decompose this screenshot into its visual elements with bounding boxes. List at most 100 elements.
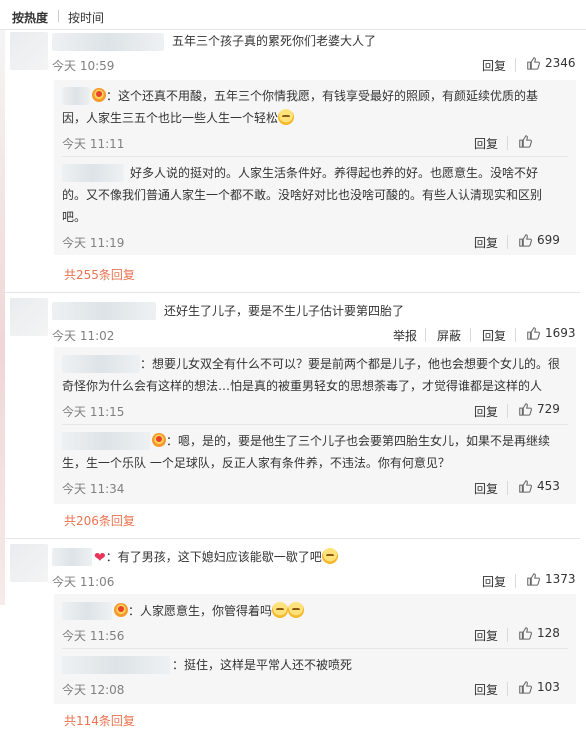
like-button[interactable]: 699 bbox=[518, 233, 560, 247]
reply-button[interactable]: 回复 bbox=[474, 135, 498, 152]
username[interactable] bbox=[52, 548, 92, 566]
reply-text-line: ：嗯，是的，要是他生了三个儿子也会要第四胎生女儿，如果不是再继续 bbox=[152, 430, 550, 452]
tab-time[interactable]: 按时间 bbox=[68, 9, 104, 26]
comment-text: 五年三个孩子真的累死你们老婆大人了 bbox=[172, 34, 377, 48]
comment-divider bbox=[5, 292, 580, 293]
reply-time: 今天 11:11 bbox=[62, 137, 125, 151]
reply-time: 今天 11:34 bbox=[62, 482, 125, 496]
reply-text-line: ：这个还真不用酸，五年三个你情我愿，有钱享受最好的照顾，有颜延续优质的基 bbox=[92, 85, 538, 107]
avatar[interactable] bbox=[10, 32, 48, 70]
reply-username[interactable] bbox=[62, 164, 124, 182]
left-edge-decoration bbox=[0, 30, 5, 605]
reply-text-line: ：想要儿女双全有什么不可以？要是前两个都是儿子，他也会想要个女儿的。很 bbox=[140, 357, 561, 371]
thumbs-up-icon bbox=[527, 573, 540, 586]
reply-button[interactable]: 回复 bbox=[474, 681, 498, 698]
reply-text-line: 奇怪你为什么会有这样的想法…怕是真的被重男轻女的思想荼毒了，才觉得谁都是这样的人 bbox=[62, 379, 543, 393]
like-button[interactable]: 729 bbox=[518, 402, 560, 416]
smile-emoji-icon bbox=[321, 548, 338, 564]
like-button[interactable]: 1693 bbox=[526, 326, 576, 340]
username[interactable] bbox=[52, 33, 164, 51]
like-count: 128 bbox=[537, 626, 560, 640]
thumbs-up-icon bbox=[519, 681, 532, 694]
action-divider bbox=[507, 682, 508, 696]
reply-time: 今天 12:08 bbox=[62, 683, 125, 697]
like-count: 1693 bbox=[545, 326, 576, 340]
like-button[interactable]: 2346 bbox=[526, 56, 576, 70]
reply-username[interactable] bbox=[62, 87, 90, 105]
action-divider bbox=[507, 136, 508, 150]
action-divider bbox=[507, 235, 508, 249]
reply-button[interactable]: 回复 bbox=[474, 480, 498, 497]
reply-text-line: 好多人说的挺对的。人家生活条件好。养得起也养的好。也愿意生。没啥不好 bbox=[130, 166, 539, 180]
thumbs-up-icon bbox=[519, 234, 532, 247]
thumbs-up-icon bbox=[519, 480, 532, 493]
reply-text-line: 因，人家生三五个也比一些人生一个轻松 bbox=[62, 107, 295, 129]
reply-text-line: ：挺住，这样是平常人还不被喷死 bbox=[172, 658, 353, 672]
reply-button[interactable]: 回复 bbox=[474, 234, 498, 251]
action-divider bbox=[515, 328, 516, 342]
reply-button[interactable]: 回复 bbox=[482, 573, 506, 590]
reply-text-line: ：人家愿意生，你管得着吗 bbox=[114, 600, 305, 622]
vip-badge-icon bbox=[92, 88, 106, 102]
action-divider bbox=[515, 58, 516, 72]
action-divider bbox=[507, 404, 508, 418]
thumbs-up-icon bbox=[527, 57, 540, 70]
action-divider bbox=[507, 628, 508, 642]
heart-icon: ❤ bbox=[94, 550, 106, 566]
reply-username[interactable] bbox=[62, 432, 150, 450]
like-count: 729 bbox=[537, 402, 560, 416]
thumbs-up-icon bbox=[527, 327, 540, 340]
like-button[interactable]: 128 bbox=[518, 626, 560, 640]
username[interactable] bbox=[52, 302, 156, 320]
reply-button[interactable]: 回复 bbox=[474, 403, 498, 420]
smile-emoji-icon bbox=[288, 602, 305, 618]
like-count: 1373 bbox=[545, 572, 576, 586]
reply-text-line: 吧。 bbox=[62, 210, 87, 224]
reply-time: 今天 11:15 bbox=[62, 405, 125, 419]
avatar[interactable] bbox=[10, 544, 48, 582]
more-replies-link[interactable]: 共206条回复 bbox=[64, 512, 135, 529]
reply-username[interactable] bbox=[62, 656, 170, 674]
reply-button[interactable]: 回复 bbox=[482, 327, 506, 344]
reply-username[interactable] bbox=[62, 602, 112, 620]
reply-divider bbox=[62, 648, 568, 649]
reply-button[interactable]: 回复 bbox=[482, 57, 506, 74]
reply-username[interactable] bbox=[62, 355, 140, 373]
action-divider bbox=[470, 328, 471, 342]
action-divider bbox=[507, 481, 508, 495]
like-count: 699 bbox=[537, 233, 560, 247]
vip-badge-icon bbox=[114, 603, 128, 617]
more-replies-link[interactable]: 共255条回复 bbox=[64, 266, 135, 283]
avatar[interactable] bbox=[10, 298, 48, 336]
comment-divider bbox=[5, 538, 580, 539]
comment-time: 今天 11:02 bbox=[52, 329, 115, 343]
smile-emoji-icon bbox=[272, 602, 289, 618]
block-button[interactable]: 屏蔽 bbox=[437, 327, 461, 344]
like-button[interactable] bbox=[518, 134, 532, 148]
like-count: 2346 bbox=[545, 56, 576, 70]
smile-emoji-icon bbox=[278, 109, 295, 125]
action-divider bbox=[515, 574, 516, 588]
vip-badge-icon bbox=[152, 433, 166, 447]
more-replies-link[interactable]: 共114条回复 bbox=[64, 712, 135, 729]
comment-text: ❤：有了男孩，这下媳妇应该能歇一歇了吧 bbox=[94, 546, 338, 569]
reply-divider bbox=[62, 424, 568, 425]
reply-divider bbox=[62, 156, 568, 157]
reply-text-line: 生，生一个乐队 一个足球队，反正人家有条件养，不违法。你有何意见？ bbox=[62, 456, 450, 470]
like-button[interactable]: 103 bbox=[518, 680, 560, 694]
thumbs-up-icon bbox=[519, 627, 532, 640]
report-button[interactable]: 举报 bbox=[393, 327, 417, 344]
like-button[interactable]: 1373 bbox=[526, 572, 576, 586]
thumbs-up-icon bbox=[519, 403, 532, 416]
like-count: 103 bbox=[537, 680, 560, 694]
reply-button[interactable]: 回复 bbox=[474, 627, 498, 644]
like-count: 453 bbox=[537, 479, 560, 493]
sort-tabs: 按热度 按时间 bbox=[0, 0, 586, 30]
comment-time: 今天 11:06 bbox=[52, 575, 115, 589]
tab-divider bbox=[58, 10, 59, 22]
tab-hot[interactable]: 按热度 bbox=[12, 9, 48, 26]
thumbs-up-icon bbox=[519, 135, 532, 148]
comment-text: 还好生了儿子，要是不生儿子估计要第四胎了 bbox=[164, 304, 405, 318]
like-button[interactable]: 453 bbox=[518, 479, 560, 493]
action-divider bbox=[425, 328, 426, 342]
